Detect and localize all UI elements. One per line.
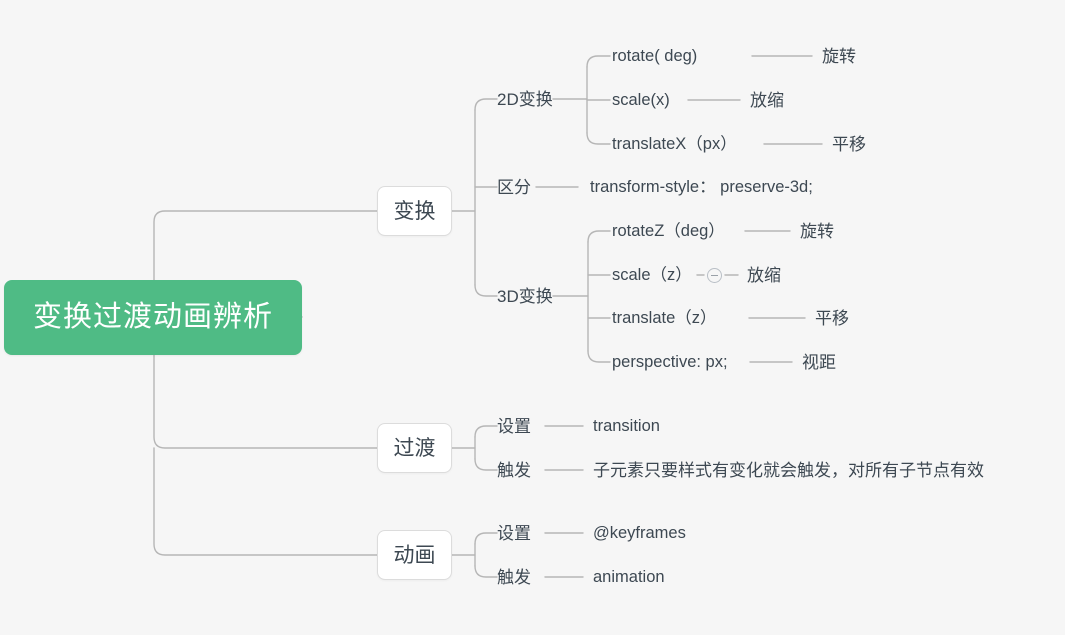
node-rotate-deg-label: rotate( deg)	[612, 46, 698, 65]
node-translatex-px-label: translateX（px）	[612, 134, 737, 153]
node-animation-set[interactable]: 设置	[497, 522, 531, 544]
node-distinguish-note[interactable]: transform-style： preserve-3d;	[590, 176, 813, 198]
node-animation-trigger-label: 触发	[497, 567, 531, 587]
branch-node-transition-label: 过渡	[393, 436, 436, 460]
node-transition-set-note-label: transition	[593, 416, 660, 435]
node-rotatez-deg-note-label: 旋转	[800, 221, 834, 241]
node-rotatez-deg[interactable]: rotateZ（deg）	[612, 220, 725, 242]
node-transition-trigger-label: 触发	[497, 460, 531, 480]
branch-node-transform[interactable]: 变换	[377, 186, 452, 236]
node-distinguish[interactable]: 区分	[497, 176, 531, 198]
node-rotatez-deg-label: rotateZ（deg）	[612, 221, 725, 240]
node-translatex-px-note-label: 平移	[832, 134, 866, 154]
node-animation-set-note-label: @keyframes	[593, 523, 686, 542]
node-scale-z-note[interactable]: 放缩	[747, 264, 781, 286]
node-scale-x-note-label: 放缩	[750, 90, 784, 110]
node-scale-z[interactable]: scale（z）	[612, 264, 692, 286]
node-distinguish-note-label: transform-style： preserve-3d;	[590, 177, 813, 196]
node-animation-set-note[interactable]: @keyframes	[593, 522, 686, 544]
node-3d-transform[interactable]: 3D变换	[497, 285, 553, 307]
node-translate-z-note[interactable]: 平移	[815, 307, 849, 329]
node-translate-z[interactable]: translate（z）	[612, 307, 717, 329]
node-transition-set-label: 设置	[497, 416, 531, 436]
node-transition-trigger[interactable]: 触发	[497, 459, 531, 481]
node-2d-transform[interactable]: 2D变换	[497, 88, 553, 110]
node-distinguish-label: 区分	[497, 177, 531, 197]
node-translate-z-label: translate（z）	[612, 308, 717, 327]
node-translatex-px[interactable]: translateX（px）	[612, 133, 737, 155]
node-scale-x-label: scale(x)	[612, 90, 670, 109]
node-transition-set-note[interactable]: transition	[593, 415, 660, 437]
node-transition-set[interactable]: 设置	[497, 415, 531, 437]
node-rotate-deg-note[interactable]: 旋转	[822, 45, 856, 67]
node-perspective-note[interactable]: 视距	[802, 351, 836, 373]
node-scale-z-label: scale（z）	[612, 265, 692, 284]
node-rotate-deg-note-label: 旋转	[822, 46, 856, 66]
root-node-label: 变换过渡动画辨析	[32, 301, 273, 333]
mindmap-canvas[interactable]: 变换过渡动画辨析 变换 过渡 动画 2D变换 rotate( deg) 旋转 s…	[0, 0, 1065, 635]
branch-node-transition[interactable]: 过渡	[377, 423, 452, 473]
node-scale-z-note-label: 放缩	[747, 265, 781, 285]
collapse-toggle-icon[interactable]	[707, 268, 722, 283]
node-scale-x-note[interactable]: 放缩	[750, 89, 784, 111]
branch-node-animation[interactable]: 动画	[377, 530, 452, 580]
node-animation-set-label: 设置	[497, 523, 531, 543]
branch-node-transform-label: 变换	[393, 199, 436, 223]
node-2d-transform-label: 2D变换	[497, 89, 553, 109]
node-rotatez-deg-note[interactable]: 旋转	[800, 220, 834, 242]
node-perspective-label: perspective: px;	[612, 352, 728, 371]
node-transition-trigger-note[interactable]: 子元素只要样式有变化就会触发，对所有子节点有效	[593, 459, 984, 481]
node-animation-trigger[interactable]: 触发	[497, 566, 531, 588]
node-3d-transform-label: 3D变换	[497, 286, 553, 306]
node-rotate-deg[interactable]: rotate( deg)	[612, 45, 697, 67]
node-perspective-note-label: 视距	[802, 352, 836, 372]
node-scale-x[interactable]: scale(x)	[612, 89, 670, 111]
node-translatex-px-note[interactable]: 平移	[832, 133, 866, 155]
root-node[interactable]: 变换过渡动画辨析	[4, 280, 302, 355]
node-animation-trigger-note[interactable]: animation	[593, 566, 665, 588]
node-animation-trigger-note-label: animation	[593, 567, 665, 586]
node-perspective[interactable]: perspective: px;	[612, 351, 728, 373]
node-transition-trigger-note-label: 子元素只要样式有变化就会触发，对所有子节点有效	[593, 460, 984, 480]
node-translate-z-note-label: 平移	[815, 308, 849, 328]
branch-node-animation-label: 动画	[393, 543, 436, 567]
